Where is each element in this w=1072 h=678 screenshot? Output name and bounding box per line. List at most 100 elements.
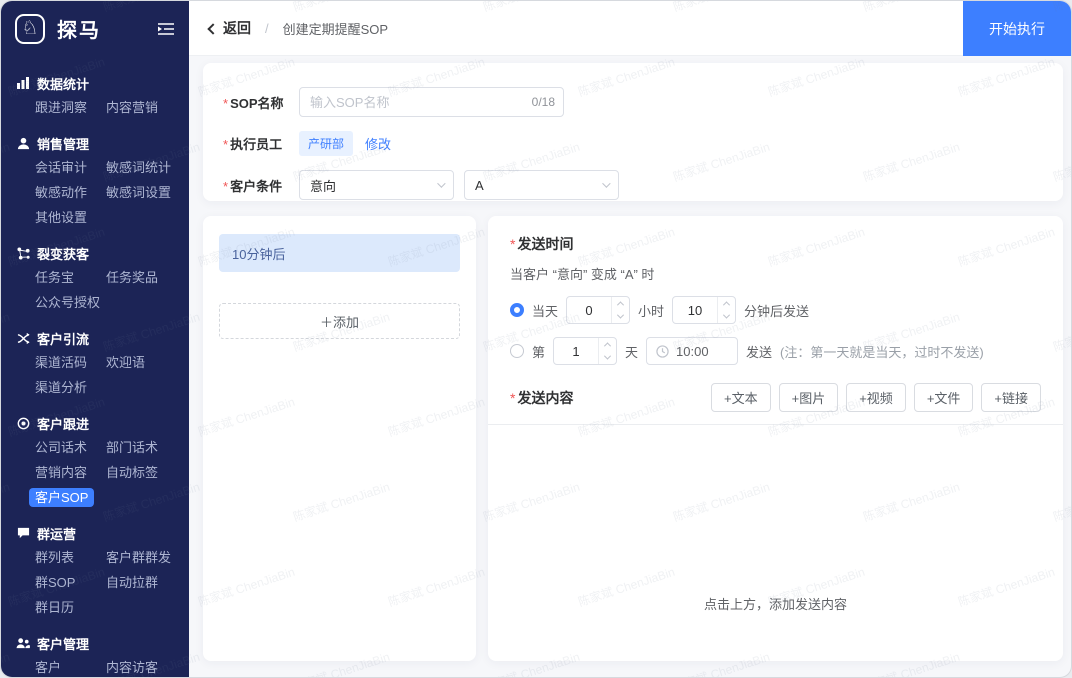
- sop-name-input[interactable]: [299, 87, 564, 117]
- sidebar-section-header: 裂变获客: [1, 242, 189, 265]
- condition-field-select[interactable]: 意向: [299, 170, 454, 200]
- empty-content-hint: 点击上方，添加发送内容: [703, 597, 847, 612]
- back-button[interactable]: 返回: [207, 18, 251, 38]
- sidebar-section-items: 跟进洞察 内容营销: [1, 95, 189, 120]
- sidebar-item-任务奖品[interactable]: 任务奖品: [106, 265, 189, 290]
- content: *SOP名称 0/18 *执行员工 产研部 修改 *客户条件 意向 A: [189, 56, 1071, 677]
- decrement-icon[interactable]: [718, 310, 735, 323]
- chevron-down-icon: [602, 179, 611, 188]
- executor-label: * 执行员工: [223, 137, 283, 152]
- nth-day-unit: 天: [625, 344, 639, 360]
- collapse-sidebar-icon[interactable]: [157, 22, 175, 36]
- decrement-icon[interactable]: [599, 351, 616, 364]
- increment-icon[interactable]: [599, 338, 616, 351]
- hours-unit: 小时: [638, 303, 665, 319]
- knight-logo-icon: ♘: [15, 13, 45, 44]
- trigger-condition-text: 当客户 “意向” 变成 “A” 时: [510, 267, 655, 282]
- sidebar-section-header: 客户跟进: [1, 412, 189, 435]
- sop-name-row: *SOP名称 0/18: [223, 87, 1043, 117]
- sidebar-section: 群运营群列表 客户群群发 群SOP 自动拉群 群日历: [1, 522, 189, 620]
- same-day-radio[interactable]: [510, 303, 524, 317]
- sidebar-section-title: 群运营: [37, 527, 77, 542]
- executor-row: * 执行员工 产研部 修改: [223, 131, 1043, 156]
- sidebar-section: 客户管理客户内容访客客户群发流失客户: [1, 632, 189, 677]
- sidebar-section-header: 数据统计: [1, 72, 189, 95]
- sidebar-item-群SOP[interactable]: 群SOP: [35, 570, 106, 595]
- sidebar-section: 销售管理会话审计 敏感词统计 敏感动作 敏感词设置 其他设置: [1, 132, 189, 230]
- target-icon: [16, 417, 30, 431]
- sidebar-item-营销内容[interactable]: 营销内容: [35, 460, 106, 485]
- add-content-button-文本[interactable]: +文本: [711, 383, 771, 412]
- chat-bubble-icon: [16, 527, 30, 541]
- sidebar-section-items: 群列表 客户群群发 群SOP 自动拉群 群日历: [1, 545, 189, 620]
- sidebar-section-title: 销售管理: [37, 137, 90, 152]
- users-icon: [16, 637, 30, 651]
- sidebar-item-敏感词统计[interactable]: 敏感词统计: [106, 155, 189, 180]
- page-title: 创建定期提醒SOP: [282, 21, 389, 37]
- sidebar-section: 裂变获客任务宝 任务奖品 公众号授权: [1, 242, 189, 315]
- add-content-button-图片[interactable]: +图片: [778, 383, 839, 412]
- sop-steps-card: 10分钟后 ＋添加: [203, 216, 476, 661]
- sidebar-item-自动标签[interactable]: 自动标签: [106, 460, 189, 485]
- sidebar-item-自动拉群[interactable]: 自动拉群: [106, 570, 189, 595]
- add-step-button[interactable]: ＋添加: [219, 303, 460, 339]
- minutes-stepper[interactable]: 10: [672, 296, 737, 324]
- step-detail-card: * 发送时间 当客户 “意向” 变成 “A” 时 当天 0 小时 10 分钟后发送…: [488, 216, 1063, 661]
- sidebar-item-公司话术[interactable]: 公司话术: [35, 435, 106, 460]
- sidebar-item-群列表[interactable]: 群列表: [35, 545, 106, 570]
- nth-day-note: (注：第一天就是当天，过时不发送): [780, 344, 984, 360]
- sidebar-item-客户群群发[interactable]: 客户群群发: [106, 545, 189, 570]
- sidebar-section: 数据统计跟进洞察 内容营销: [1, 72, 189, 120]
- sop-step-item[interactable]: 10分钟后: [219, 234, 460, 272]
- sidebar-section-header: 销售管理: [1, 132, 189, 155]
- start-execute-button[interactable]: 开始执行: [963, 1, 1071, 56]
- sidebar-item-客户[interactable]: 客户: [35, 655, 106, 677]
- sidebar-item-任务宝[interactable]: 任务宝: [35, 265, 106, 290]
- sop-basic-form-card: *SOP名称 0/18 *执行员工 产研部 修改 *客户条件 意向 A: [203, 63, 1063, 201]
- time-picker[interactable]: 10:00: [646, 337, 739, 365]
- sidebar-item-群日历[interactable]: 群日历: [35, 595, 106, 620]
- sidebar-item-公众号授权[interactable]: 公众号授权: [35, 290, 106, 315]
- same-day-option-row: 当天 0 小时 10 分钟后发送: [510, 296, 1041, 324]
- nth-day-radio[interactable]: [510, 344, 524, 358]
- sidebar-item-跟进洞察[interactable]: 跟进洞察: [35, 95, 106, 120]
- same-day-prefix: 当天: [532, 303, 559, 319]
- add-content-button-视频[interactable]: +视频: [846, 383, 906, 412]
- condition-value-select[interactable]: A: [464, 170, 619, 200]
- sidebar-item-渠道分析[interactable]: 渠道分析: [35, 375, 106, 400]
- content-type-buttons: +文本 +图片 +视频 +文件 +链接: [711, 383, 1041, 412]
- send-content-row: * 发送内容 +文本 +图片 +视频 +文件 +链接: [510, 383, 1041, 412]
- sidebar-section-title: 数据统计: [37, 77, 90, 92]
- sidebar-item-欢迎语[interactable]: 欢迎语: [106, 350, 189, 375]
- sidebar-item-客户SOP[interactable]: 客户SOP: [29, 485, 106, 510]
- sidebar-item-会话审计[interactable]: 会话审计: [35, 155, 106, 180]
- nth-day-option-row: 第 1 天 10:00 发送 (注：第一天就是当天，过时不发送): [510, 337, 1041, 365]
- sidebar-section-title: 裂变获客: [37, 247, 90, 262]
- add-content-button-链接[interactable]: +链接: [981, 383, 1041, 412]
- bar-chart-icon: [16, 77, 30, 91]
- sidebar-section-items: 公司话术 部门话术 营销内容 自动标签 客户SOP: [1, 435, 189, 510]
- sidebar-item-内容营销[interactable]: 内容营销: [106, 95, 189, 120]
- increment-icon[interactable]: [718, 297, 735, 310]
- sidebar-item-其他设置[interactable]: 其他设置: [35, 205, 106, 230]
- day-stepper[interactable]: 1: [553, 337, 618, 365]
- modify-executor-link[interactable]: 修改: [365, 134, 391, 153]
- share-network-icon: [16, 247, 30, 261]
- add-content-button-文件[interactable]: +文件: [913, 383, 974, 412]
- decrement-icon[interactable]: [612, 310, 629, 323]
- sidebar-item-内容访客[interactable]: 内容访客: [106, 655, 189, 677]
- same-day-suffix: 分钟后发送: [744, 303, 810, 319]
- shuffle-arrows-icon: [16, 332, 30, 346]
- char-counter: 0/18: [531, 95, 555, 109]
- increment-icon[interactable]: [612, 297, 629, 310]
- hours-stepper[interactable]: 0: [566, 296, 631, 324]
- sidebar-section-header: 客户引流: [1, 327, 189, 350]
- sidebar-section-title: 客户跟进: [37, 417, 90, 432]
- send-time-label: * 发送时间: [510, 236, 574, 252]
- executor-tag: 产研部: [299, 131, 354, 156]
- sidebar-nav: 数据统计跟进洞察 内容营销销售管理会话审计 敏感词统计 敏感动作 敏感词设置 其他设置裂变…: [1, 56, 189, 677]
- sidebar-item-部门话术[interactable]: 部门话术: [106, 435, 189, 460]
- sidebar-item-敏感动作[interactable]: 敏感动作: [35, 180, 106, 205]
- sidebar-item-渠道活码[interactable]: 渠道活码: [35, 350, 106, 375]
- sidebar-item-敏感词设置[interactable]: 敏感词设置: [106, 180, 189, 205]
